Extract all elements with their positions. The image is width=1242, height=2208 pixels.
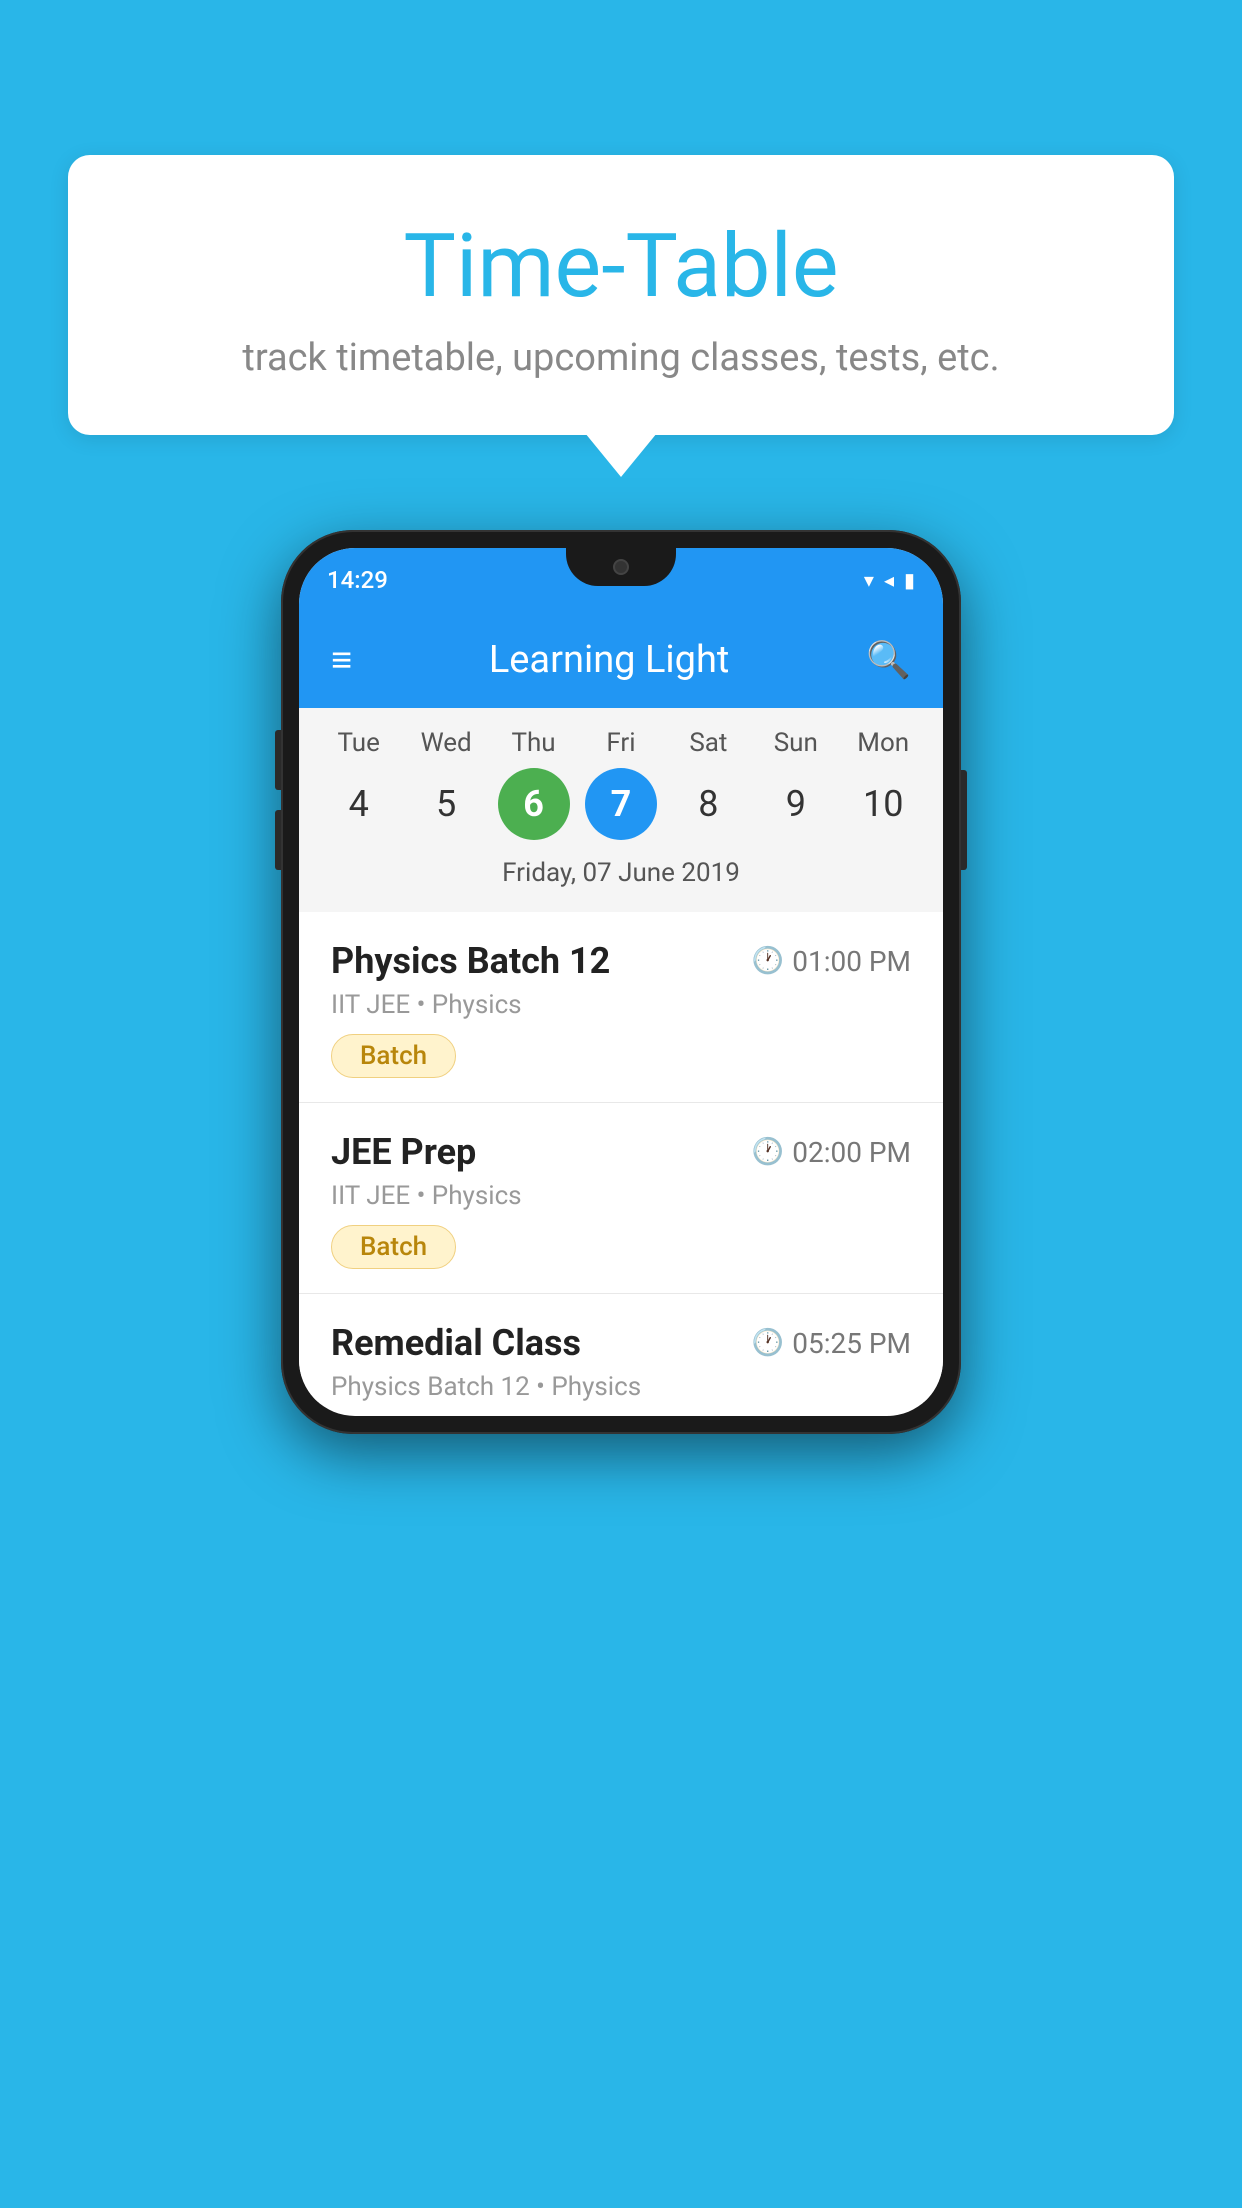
battery-icon: ▮ <box>904 568 915 592</box>
day-headers: Tue Wed Thu Fri Sat Sun Mon <box>299 728 943 768</box>
schedule-item-1-header: Physics Batch 12 🕐 01:00 PM <box>331 940 911 982</box>
day-header-mon: Mon <box>847 728 919 758</box>
day-5[interactable]: 5 <box>410 768 482 840</box>
hamburger-icon[interactable]: ≡ <box>331 639 352 681</box>
app-title: Learning Light <box>352 638 866 682</box>
day-header-thu: Thu <box>498 728 570 758</box>
schedule-item-2[interactable]: JEE Prep 🕐 02:00 PM IIT JEE • Physics Ba… <box>299 1103 943 1294</box>
day-header-wed: Wed <box>410 728 482 758</box>
schedule-item-2-header: JEE Prep 🕐 02:00 PM <box>331 1131 911 1173</box>
time-value-1: 01:00 PM <box>792 945 911 978</box>
batch-tag-1: Batch <box>331 1034 456 1078</box>
phone-frame: 14:29 ▾ ◂ ▮ ≡ Learning Light 🔍 Tue <box>281 530 961 1434</box>
schedule-item-3-header: Remedial Class 🕐 05:25 PM <box>331 1322 911 1364</box>
batch-tag-2: Batch <box>331 1225 456 1269</box>
day-header-sun: Sun <box>760 728 832 758</box>
camera <box>613 559 629 575</box>
calendar-strip: Tue Wed Thu Fri Sat Sun Mon 4 5 6 7 8 9 … <box>299 708 943 912</box>
phone-screen: 14:29 ▾ ◂ ▮ ≡ Learning Light 🔍 Tue <box>299 548 943 1416</box>
day-9[interactable]: 9 <box>760 768 832 840</box>
day-8[interactable]: 8 <box>672 768 744 840</box>
volume-up-button <box>275 730 281 790</box>
status-time: 14:29 <box>327 566 388 594</box>
day-7-selected[interactable]: 7 <box>585 768 657 840</box>
day-6-today[interactable]: 6 <box>498 768 570 840</box>
day-10[interactable]: 10 <box>847 768 919 840</box>
power-button <box>961 770 967 870</box>
schedule-item-1[interactable]: Physics Batch 12 🕐 01:00 PM IIT JEE • Ph… <box>299 912 943 1103</box>
selected-date-label: Friday, 07 June 2019 <box>299 854 943 904</box>
time-value-3: 05:25 PM <box>792 1327 911 1360</box>
volume-down-button <box>275 810 281 870</box>
bubble-subtitle: track timetable, upcoming classes, tests… <box>148 336 1094 380</box>
notch <box>566 548 676 586</box>
schedule-title-1: Physics Batch 12 <box>331 940 610 982</box>
schedule-title-3: Remedial Class <box>331 1322 581 1364</box>
clock-icon-1: 🕐 <box>752 946 784 976</box>
signal-icon: ◂ <box>884 568 894 592</box>
clock-icon-2: 🕐 <box>752 1137 784 1167</box>
schedule-title-2: JEE Prep <box>331 1131 476 1173</box>
day-numbers: 4 5 6 7 8 9 10 <box>299 768 943 854</box>
wifi-icon: ▾ <box>864 568 874 592</box>
status-bar: 14:29 ▾ ◂ ▮ <box>299 548 943 612</box>
schedule-time-1: 🕐 01:00 PM <box>752 945 911 978</box>
schedule-subtitle-1: IIT JEE • Physics <box>331 990 911 1020</box>
search-icon[interactable]: 🔍 <box>866 639 911 681</box>
time-value-2: 02:00 PM <box>792 1136 911 1169</box>
schedule-time-3: 🕐 05:25 PM <box>752 1327 911 1360</box>
day-4[interactable]: 4 <box>323 768 395 840</box>
day-header-sat: Sat <box>672 728 744 758</box>
speech-bubble-container: Time-Table track timetable, upcoming cla… <box>68 155 1174 435</box>
app-bar: ≡ Learning Light 🔍 <box>299 612 943 708</box>
day-header-tue: Tue <box>323 728 395 758</box>
schedule-time-2: 🕐 02:00 PM <box>752 1136 911 1169</box>
speech-bubble: Time-Table track timetable, upcoming cla… <box>68 155 1174 435</box>
schedule-item-3[interactable]: Remedial Class 🕐 05:25 PM Physics Batch … <box>299 1294 943 1402</box>
status-icons: ▾ ◂ ▮ <box>864 568 915 592</box>
bubble-title: Time-Table <box>148 215 1094 318</box>
schedule-list: Physics Batch 12 🕐 01:00 PM IIT JEE • Ph… <box>299 912 943 1402</box>
phone-container: 14:29 ▾ ◂ ▮ ≡ Learning Light 🔍 Tue <box>281 530 961 1434</box>
day-header-fri: Fri <box>585 728 657 758</box>
schedule-subtitle-3: Physics Batch 12 • Physics <box>331 1372 911 1402</box>
schedule-subtitle-2: IIT JEE • Physics <box>331 1181 911 1211</box>
clock-icon-3: 🕐 <box>752 1328 784 1358</box>
